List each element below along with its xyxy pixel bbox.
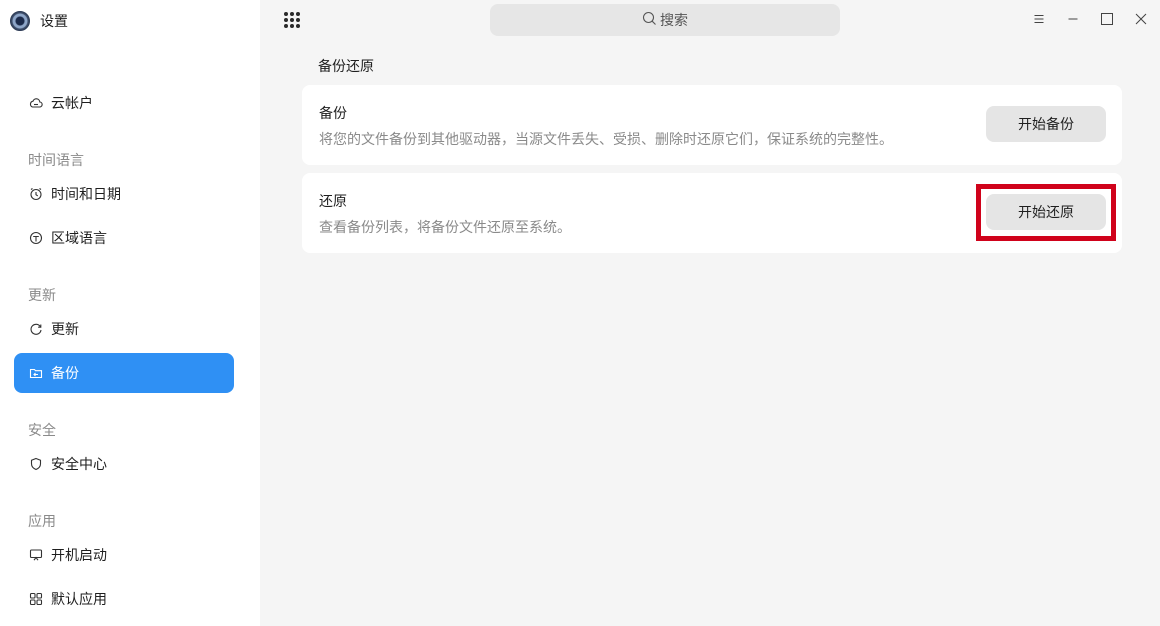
sidebar-item-label: 时间和日期 (51, 187, 121, 203)
nav-group-apps: 应用 (28, 514, 56, 530)
dot-icon (296, 12, 300, 16)
title-bar: 搜索 (260, 0, 1160, 40)
sidebar-item-region-language[interactable]: 区域语言 (14, 218, 234, 258)
shield-icon (29, 457, 43, 471)
sidebar-item-label: 更新 (51, 322, 79, 338)
dot-icon (290, 12, 294, 16)
dot-icon (284, 12, 288, 16)
restore-card: 还原 查看备份列表，将备份文件还原至系统。 开始还原 (302, 173, 1122, 253)
sidebar-item-update[interactable]: 更新 (14, 309, 234, 349)
sidebar-item-backup[interactable]: 备份 (14, 353, 234, 393)
sidebar-item-label: 区域语言 (51, 231, 107, 247)
nav-group-time-language: 时间语言 (28, 153, 84, 169)
app-name: 设置 (40, 14, 68, 30)
search-icon (642, 11, 657, 30)
sidebar-item-label: 默认应用 (51, 592, 107, 608)
card-description: 将您的文件备份到其他驱动器，当源文件丢失、受损、删除时还原它们，保证系统的完整性… (319, 132, 893, 148)
sidebar-item-default-apps[interactable]: 默认应用 (14, 579, 234, 619)
search-input[interactable]: 搜索 (490, 4, 840, 36)
menu-icon (1032, 11, 1046, 30)
minimize-button[interactable] (1063, 10, 1083, 30)
backup-card: 备份 将您的文件备份到其他驱动器，当源文件丢失、受损、删除时还原它们，保证系统的… (302, 85, 1122, 165)
globe-icon (29, 231, 43, 245)
monitor-icon (29, 548, 43, 562)
app-title-bar: 设置 (10, 10, 68, 32)
settings-window: 设置 云帐户 时间语言 时间和日期 区域语言 更新 更新 备份 安全 安全中心 … (0, 0, 1160, 626)
dot-icon (290, 18, 294, 22)
start-backup-button[interactable]: 开始备份 (986, 106, 1106, 142)
content-area: 搜索 备份还原 备份 将您的文件备份到其他驱动器，当源文件丢失、受损、删除时还原… (260, 0, 1160, 626)
maximize-icon (1100, 11, 1114, 30)
sidebar-item-label: 开机启动 (51, 548, 107, 564)
dot-icon (284, 18, 288, 22)
dot-icon (296, 18, 300, 22)
nav-group-security: 安全 (28, 423, 56, 439)
cloud-icon (29, 96, 43, 110)
maximize-button[interactable] (1097, 10, 1117, 30)
dot-icon (296, 24, 300, 28)
close-button[interactable] (1131, 10, 1151, 30)
sidebar-item-time-date[interactable]: 时间和日期 (14, 174, 234, 214)
dot-icon (284, 24, 288, 28)
search-placeholder: 搜索 (660, 13, 688, 29)
sidebar-item-security-center[interactable]: 安全中心 (14, 444, 234, 484)
card-title: 备份 (319, 106, 347, 122)
card-title: 还原 (319, 194, 347, 210)
start-restore-button[interactable]: 开始还原 (986, 194, 1106, 230)
card-description: 查看备份列表，将备份文件还原至系统。 (319, 220, 571, 236)
sidebar-item-label: 安全中心 (51, 457, 107, 473)
app-launcher-button[interactable] (282, 10, 302, 30)
clock-icon (29, 187, 43, 201)
sidebar-item-label: 云帐户 (51, 96, 93, 112)
sidebar-item-startup[interactable]: 开机启动 (14, 535, 234, 575)
settings-app-icon (10, 11, 30, 31)
sidebar-item-cloud-account[interactable]: 云帐户 (14, 83, 234, 123)
refresh-icon (29, 322, 43, 336)
nav-group-update: 更新 (28, 288, 56, 304)
page-title: 备份还原 (318, 59, 374, 75)
close-icon (1134, 11, 1148, 30)
backup-folder-icon (29, 366, 43, 380)
dot-icon (290, 24, 294, 28)
grid-icon (29, 592, 43, 606)
minimize-icon (1066, 11, 1080, 30)
sidebar-item-label: 备份 (51, 366, 79, 382)
main-menu-button[interactable] (1029, 10, 1049, 30)
sidebar: 设置 云帐户 时间语言 时间和日期 区域语言 更新 更新 备份 安全 安全中心 … (0, 0, 260, 626)
